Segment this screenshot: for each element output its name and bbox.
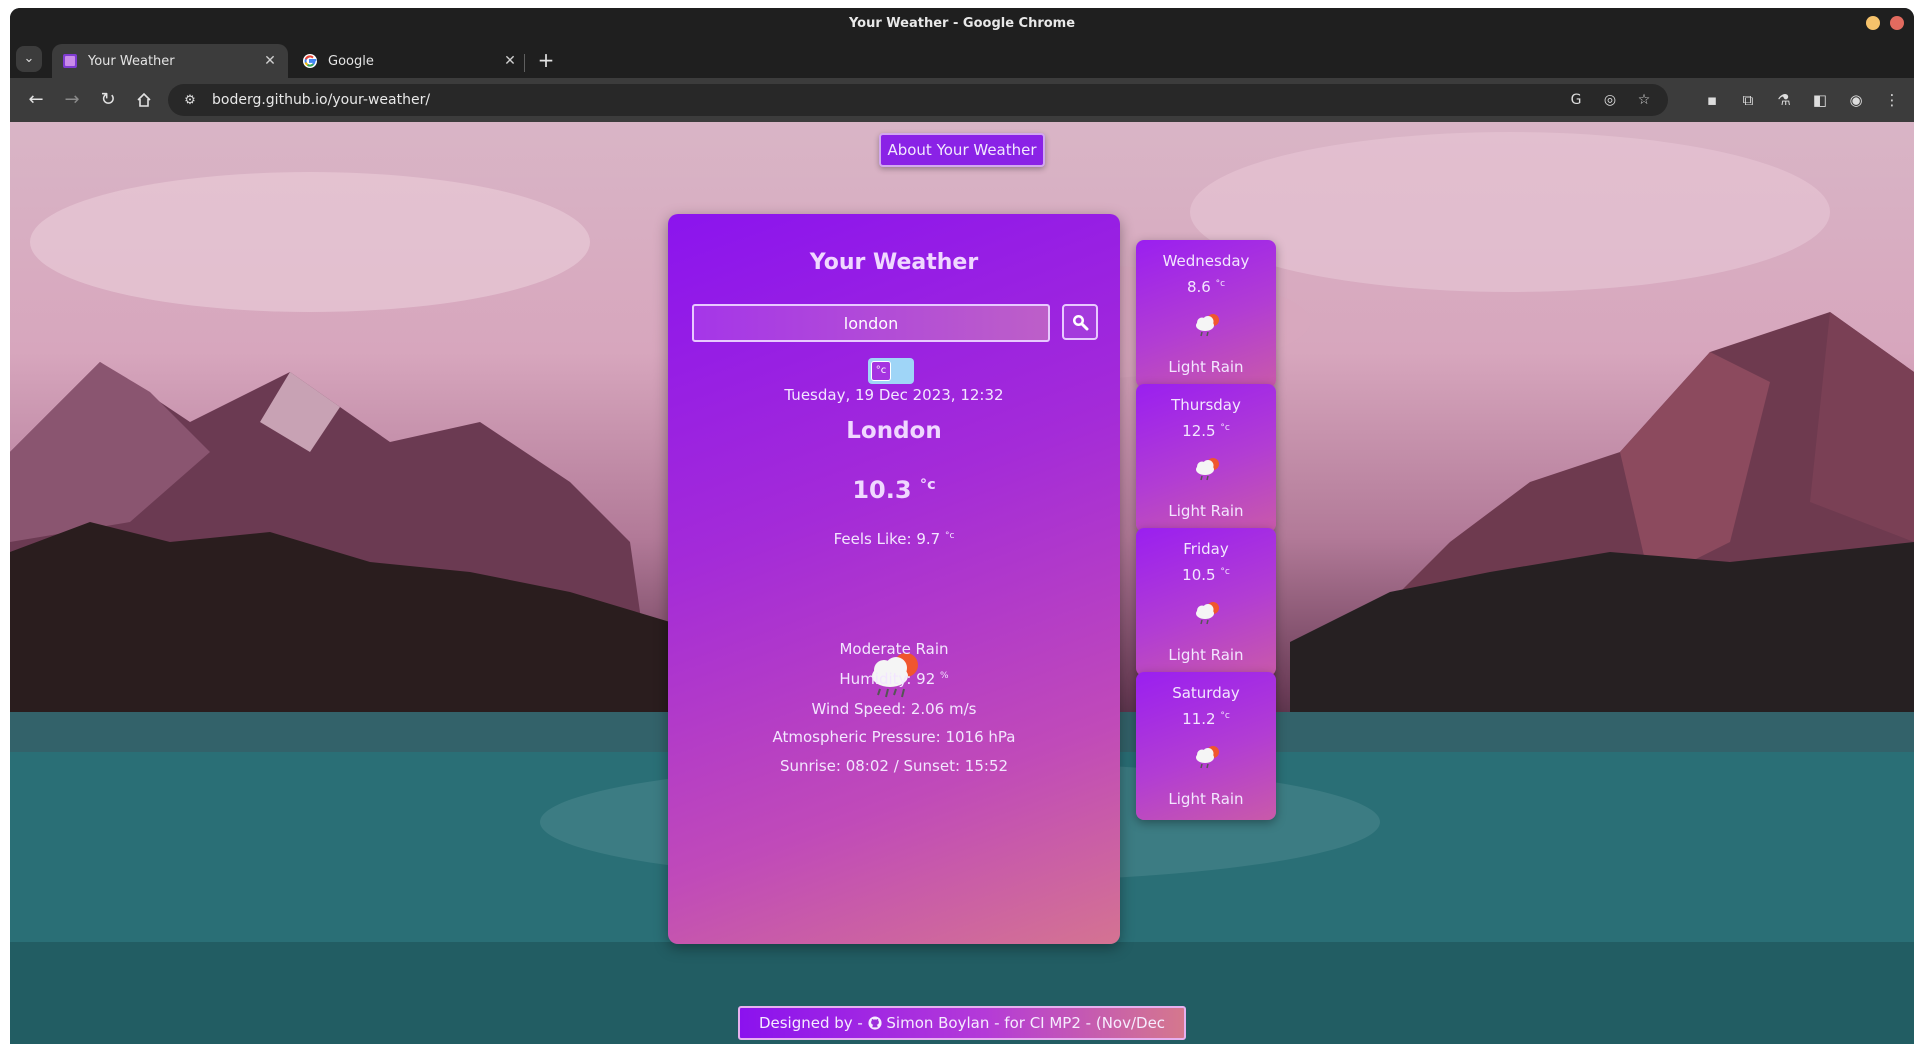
close-icon[interactable]: ✕ (502, 53, 518, 69)
forecast-card: Saturday 11.2 °c Light Rain (1136, 672, 1276, 820)
tab-label: Google (328, 53, 374, 69)
side-panel-icon[interactable]: ◧ (1810, 90, 1830, 110)
arrow-left-icon: ← (28, 89, 44, 110)
window-title: Your Weather - Google Chrome (848, 15, 1076, 31)
extension-puzzle-small-icon[interactable]: ▪ (1702, 90, 1722, 110)
sunrise-sunset: Sunrise: 08:02 / Sunset: 15:52 (779, 757, 1009, 775)
close-window-button[interactable] (1890, 16, 1904, 30)
forecast-temp-value: 8.6 (1186, 278, 1211, 296)
rain-cloud-sun-icon (1196, 746, 1219, 769)
city-search-input[interactable] (692, 304, 1050, 342)
flask-icon[interactable]: ⚗ (1774, 90, 1794, 110)
wind-speed: Wind Speed: 2.06 m/s (811, 700, 977, 718)
tab-your-weather[interactable]: Your Weather ✕ (52, 44, 288, 78)
profile-icon[interactable]: ◉ (1846, 90, 1866, 110)
tab-search-button[interactable]: ⌄ (16, 46, 42, 72)
tab-divider (524, 54, 525, 72)
forecast-card: Friday 10.5 °c Light Rain (1136, 528, 1276, 676)
forecast-temp-unit: °c (1215, 279, 1226, 289)
unit-toggle-knob: °c (871, 361, 891, 381)
forecast-day: Wednesday (1162, 252, 1250, 270)
home-icon (137, 92, 151, 107)
back-button[interactable]: ← (22, 86, 50, 114)
site-info-icon[interactable]: ⚙ (180, 93, 200, 108)
temperature-unit: °c (919, 477, 936, 493)
forward-button[interactable]: → (58, 86, 86, 114)
forecast-day: Thursday (1171, 396, 1241, 414)
more-menu-icon[interactable]: ⋮ (1882, 90, 1902, 110)
feels-like-unit: °c (944, 531, 955, 541)
tab-label: Your Weather (88, 53, 175, 69)
web-page: About Your Weather Your Weather °c Tuesd… (10, 122, 1914, 1044)
arrow-right-icon: → (64, 89, 80, 110)
tab-google[interactable]: Google ✕ (292, 44, 528, 78)
forecast-temp-value: 11.2 (1182, 710, 1216, 728)
humidity-unit: % (940, 671, 949, 681)
address-bar[interactable]: ⚙ boderg.github.io/your-weather/ G ◎ ☆ (168, 84, 1668, 116)
current-weather-card: Your Weather °c Tuesday, 19 Dec 2023, 12… (668, 214, 1120, 944)
reload-icon: ↻ (100, 89, 116, 110)
forecast-description: Light Rain (1168, 790, 1244, 808)
browser-window: Your Weather - Google Chrome ⌄ Your Weat… (10, 8, 1914, 1044)
forecast-temp: 12.5 °c (1136, 422, 1276, 440)
extensions-icon[interactable]: ⧉ (1738, 90, 1758, 110)
forecast-temp-unit: °c (1220, 567, 1230, 577)
browser-toolbar: ← → ↻ ⚙ boderg.github.io/your-weather/ G… (10, 78, 1914, 122)
forecast-card: Thursday 12.5 °c Light Rain (1136, 384, 1276, 532)
forecast-temp: 10.5 °c (1136, 566, 1276, 584)
rain-cloud-sun-icon (1196, 458, 1219, 481)
forecast-temp-value: 12.5 (1182, 422, 1216, 440)
star-icon[interactable]: ☆ (1634, 90, 1654, 110)
new-tab-button[interactable]: + (534, 48, 558, 72)
about-button[interactable]: About Your Weather (879, 133, 1045, 167)
footer-credit: Designed by - Simon Boylan - for CI MP2 … (738, 1006, 1186, 1040)
atmospheric-pressure: Atmospheric Pressure: 1016 hPa (772, 728, 1016, 746)
rain-cloud-sun-icon (1196, 314, 1219, 337)
forecast-temp: 11.2 °c (1136, 710, 1276, 728)
reload-button[interactable]: ↻ (94, 86, 122, 114)
weather-condition: Moderate Rain (839, 640, 949, 658)
search-button[interactable] (1062, 304, 1098, 340)
github-icon[interactable] (868, 1016, 882, 1030)
forecast-temp-unit: °c (1220, 711, 1230, 721)
humidity: Humidity: 92 % (668, 670, 1120, 688)
forecast-description: Light Rain (1168, 646, 1244, 664)
eye-off-icon[interactable]: ◎ (1600, 90, 1620, 110)
chevron-down-icon: ⌄ (23, 51, 35, 66)
temperature-value: 10.3 (852, 476, 912, 504)
rain-cloud-sun-icon (1196, 602, 1219, 625)
forecast-day: Friday (1183, 540, 1229, 558)
google-lens-icon[interactable]: G (1566, 90, 1586, 110)
home-button[interactable] (130, 86, 158, 114)
footer-credit-text[interactable]: Simon Boylan - for CI MP2 - (Nov/Dec 202… (886, 1014, 1165, 1044)
forecast-card: Wednesday 8.6 °c Light Rain (1136, 240, 1276, 388)
forecast-temp-value: 10.5 (1182, 566, 1216, 584)
current-datetime: Tuesday, 19 Dec 2023, 12:32 (784, 386, 1004, 404)
tab-strip: ⌄ Your Weather ✕ Google ✕ + (10, 38, 1914, 78)
minimize-button[interactable] (1866, 16, 1880, 30)
app-title: Your Weather (809, 250, 979, 275)
unit-toggle-switch[interactable]: °c (868, 358, 914, 384)
feels-like: Feels Like: 9.7 °c (668, 530, 1120, 548)
current-temperature: 10.3 °c (668, 476, 1120, 504)
url-text[interactable]: boderg.github.io/your-weather/ (212, 92, 430, 108)
search-icon (1073, 315, 1089, 331)
forecast-description: Light Rain (1168, 502, 1244, 520)
humidity-value: Humidity: 92 (839, 670, 936, 688)
footer-prefix: Designed by - (758, 1014, 863, 1032)
forecast-temp: 8.6 °c (1136, 278, 1276, 296)
city-name: London (846, 418, 942, 444)
forecast-temp-unit: °c (1220, 423, 1230, 433)
close-icon[interactable]: ✕ (262, 53, 278, 69)
google-favicon-icon (303, 54, 317, 68)
feels-like-value: Feels Like: 9.7 (833, 530, 941, 548)
weather-favicon-icon (63, 54, 77, 68)
forecast-day: Saturday (1172, 684, 1240, 702)
title-bar: Your Weather - Google Chrome (10, 8, 1914, 38)
forecast-description: Light Rain (1168, 358, 1244, 376)
